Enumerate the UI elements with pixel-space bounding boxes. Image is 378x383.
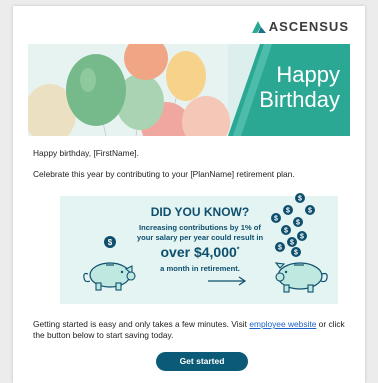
info-big-amount-sup: * — [236, 246, 240, 254]
brand-logo: ASCENSUS — [251, 19, 349, 34]
svg-text:$: $ — [308, 208, 312, 215]
info-heading: DID YOU KNOW? — [150, 205, 250, 219]
svg-text:$: $ — [296, 220, 300, 227]
intro-text: Celebrate this year by contributing to y… — [33, 169, 295, 179]
info-line-1: Increasing contributions by 1% of — [139, 223, 261, 232]
info-line-2: your salary per year could result in — [136, 233, 264, 242]
brand-name: ASCENSUS — [268, 19, 349, 34]
footer-text: Getting started is easy and only takes a… — [33, 319, 349, 341]
banner-title-line1: Happy — [276, 62, 340, 87]
svg-text:$: $ — [274, 216, 278, 223]
birthday-banner: Happy Birthday — [28, 44, 350, 136]
employee-website-link[interactable]: employee website — [249, 319, 316, 329]
svg-text:$: $ — [284, 228, 288, 235]
svg-text:$: $ — [286, 208, 290, 215]
svg-text:$: $ — [298, 196, 302, 203]
info-big-amount-text: over $4,000 — [160, 244, 237, 260]
svg-text:$: $ — [278, 245, 282, 252]
banner-title: Happy Birthday — [230, 62, 340, 112]
info-big-amount: over $4,000* — [120, 244, 280, 260]
footer-text-before: Getting started is easy and only takes a… — [33, 319, 250, 329]
greeting-text: Happy birthday, [FirstName]. — [33, 148, 139, 158]
piggy-bank-right-icon — [274, 262, 328, 293]
email-card: ASCENSUS Happy Birthday Happy birthday, … — [13, 6, 365, 383]
banner-title-line2: Birthday — [259, 87, 340, 112]
falling-coins-icon: $ $ $ $ $ $ $ $ $ $ — [271, 193, 315, 257]
piggy-bank-left-icon — [83, 262, 136, 291]
svg-text:$: $ — [294, 250, 298, 257]
did-you-know-box: DID YOU KNOW? Increasing contributions b… — [60, 193, 338, 304]
arrow-right-icon — [208, 276, 247, 286]
dollar-coin-icon: $ — [104, 236, 116, 248]
svg-text:$: $ — [300, 234, 304, 241]
svg-text:$: $ — [290, 240, 294, 247]
get-started-button[interactable]: Get started — [156, 352, 248, 371]
ascensus-logo-icon — [251, 20, 266, 33]
info-line-3: a month in retirement. — [160, 264, 240, 273]
svg-text:$: $ — [108, 238, 113, 247]
